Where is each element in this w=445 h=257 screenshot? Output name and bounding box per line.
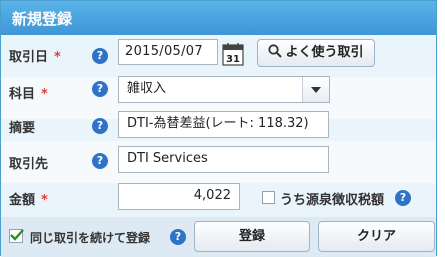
continue-label: 同じ取引を続けて登録 — [30, 231, 151, 245]
new-entry-panel: 新規登録 取引日 * ? 2015/05/07 31 よく使う取引 科目 * ?… — [0, 0, 437, 257]
date-label: 取引日 * — [9, 50, 61, 65]
help-icon[interactable]: ? — [92, 81, 108, 97]
account-label: 科目 * — [9, 87, 48, 102]
often-used-transaction-button[interactable]: よく使う取引 — [257, 39, 375, 67]
required-mark: * — [41, 193, 48, 208]
help-icon[interactable]: ? — [92, 48, 108, 64]
partner-input[interactable]: DTI Services — [118, 146, 329, 173]
date-input[interactable]: 2015/05/07 — [118, 39, 218, 65]
continue-checkbox[interactable] — [9, 229, 24, 243]
partner-label: 取引先 — [9, 157, 49, 172]
description-input[interactable]: DTI-為替差益(レート: 118.32) — [118, 111, 329, 138]
withholding-checkbox[interactable] — [262, 191, 275, 204]
help-icon[interactable]: ? — [92, 118, 108, 134]
bottom-bar: 同じ取引を続けて登録 ? 登録 クリア — [1, 217, 436, 257]
description-label: 摘要 — [9, 121, 36, 136]
account-select[interactable]: 雑収入 — [118, 76, 330, 103]
help-icon[interactable]: ? — [395, 190, 411, 206]
amount-row: 金額 * 4,022 うち源泉徴収税額 ? — [1, 177, 436, 219]
amount-label: 金額 * — [9, 193, 48, 208]
register-button[interactable]: 登録 — [194, 221, 310, 252]
required-mark: * — [54, 50, 61, 65]
checkmark-icon — [10, 229, 24, 241]
date-row: 取引日 * ? 2015/05/07 31 よく使う取引 — [1, 35, 436, 77]
amount-input[interactable]: 4,022 — [118, 183, 240, 210]
svg-text:31: 31 — [226, 54, 240, 65]
required-mark: * — [41, 87, 48, 102]
title-bar: 新規登録 — [1, 1, 436, 35]
withholding-label: うち源泉徴収税額 — [280, 193, 385, 208]
search-icon — [268, 44, 283, 58]
calendar-icon[interactable]: 31 — [222, 42, 244, 66]
help-icon[interactable]: ? — [170, 229, 186, 245]
chevron-down-icon — [311, 87, 321, 93]
dropdown-button[interactable] — [302, 77, 329, 102]
clear-button[interactable]: クリア — [318, 221, 435, 252]
panel-title: 新規登録 — [12, 10, 73, 28]
help-icon[interactable]: ? — [92, 153, 108, 169]
